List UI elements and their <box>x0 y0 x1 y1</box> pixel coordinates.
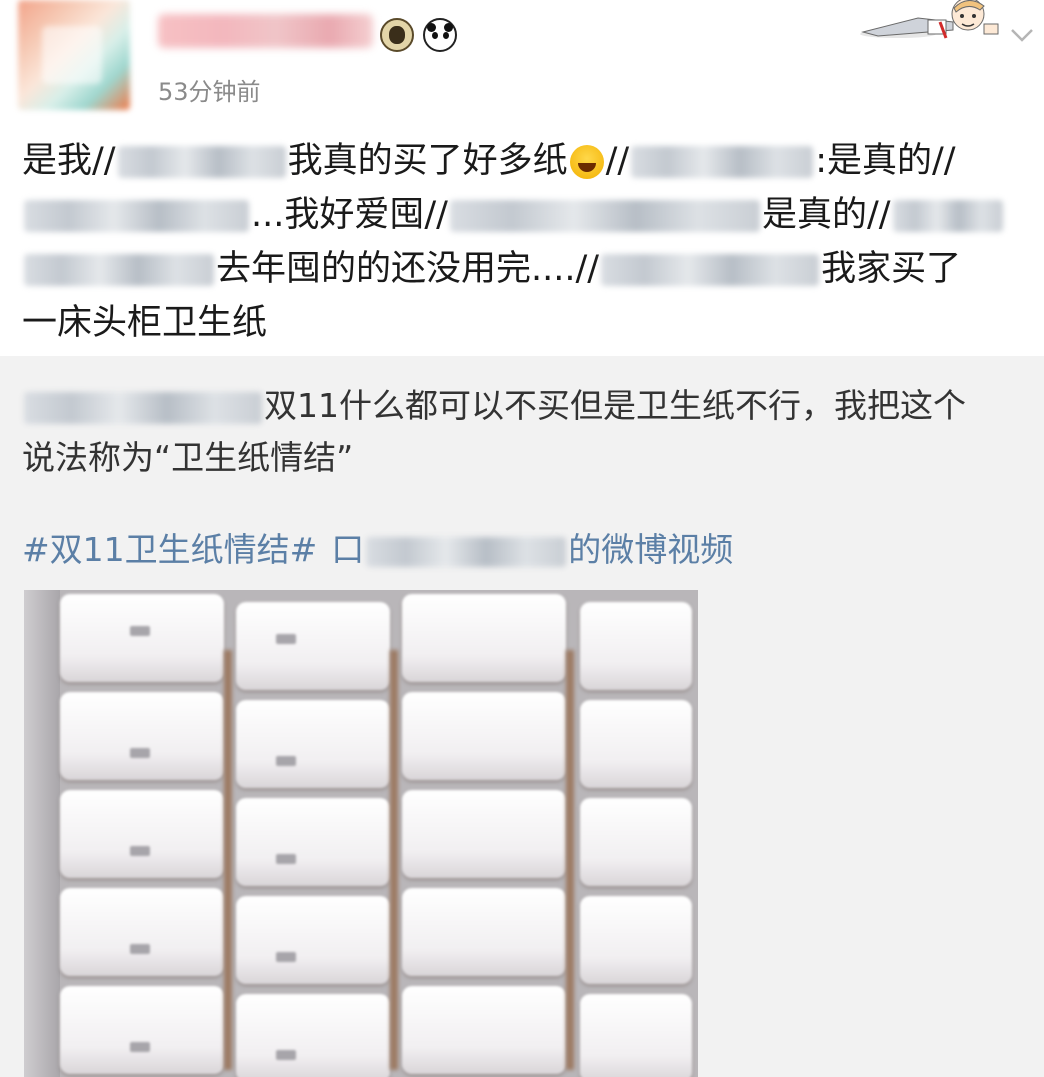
text-segment: ...我好爱囤// <box>251 195 448 235</box>
blurred-username[interactable] <box>366 536 567 567</box>
pack-label-mark <box>130 748 150 758</box>
blurred-username[interactable] <box>117 146 286 178</box>
pack-label-mark <box>276 854 296 864</box>
shelf-gap <box>390 650 398 1070</box>
pack-label-mark <box>276 952 296 962</box>
text-segment: :是真的// <box>815 141 956 181</box>
cartoon-figure-icon <box>860 0 999 39</box>
shelf-frame <box>24 590 60 1077</box>
tissue-pack <box>236 798 390 886</box>
laughing-crying-emoji-icon <box>569 145 604 179</box>
pack-label-mark <box>130 944 150 954</box>
text-segment: 是我// <box>22 141 116 181</box>
blurred-username[interactable] <box>24 200 249 232</box>
pack-label-mark <box>130 846 150 856</box>
blurred-username[interactable] <box>24 391 262 424</box>
text-segment: 我家买了 <box>821 249 962 289</box>
text-segment: 一床头柜卫生纸 <box>22 303 268 343</box>
post-image[interactable] <box>24 590 698 1077</box>
post-text-line: ...我好爱囤// 是真的// <box>22 188 1022 242</box>
tissue-pack <box>60 790 224 878</box>
tissue-pack <box>236 700 390 788</box>
username-blurred[interactable] <box>158 14 373 48</box>
text-segment: 是真的// <box>761 195 891 235</box>
tissue-pack <box>402 692 566 780</box>
blurred-username[interactable] <box>449 200 760 232</box>
tissue-pack <box>402 888 566 976</box>
tissue-pack <box>236 994 390 1077</box>
tissue-pack <box>402 986 566 1074</box>
tissue-pack <box>580 798 692 886</box>
pack-label-mark <box>130 1042 150 1052</box>
video-link-label[interactable]: 的微博视频 <box>568 530 733 569</box>
blurred-username[interactable] <box>892 200 1003 232</box>
tissue-pack <box>60 888 224 976</box>
sheep-icon <box>380 18 414 52</box>
text-segment: 双11什么都可以不买但是卫生纸不行，我把这个 <box>264 386 966 425</box>
post-content: 是我// 我真的买了好多纸 // :是真的// ...我好爱囤// 是真的// 去年囤的… <box>22 134 1022 350</box>
post-text-line: 是我// 我真的买了好多纸 // :是真的// <box>22 134 1022 188</box>
repost-text-line: 双11什么都可以不买但是卫生纸不行，我把这个 <box>22 380 1022 432</box>
avatar[interactable] <box>18 0 130 110</box>
tissue-pack <box>60 594 224 682</box>
pack-label-mark <box>276 634 296 644</box>
video-icon: 口 <box>331 530 365 569</box>
pack-label-mark <box>276 756 296 766</box>
tissue-pack <box>60 986 224 1074</box>
blurred-username[interactable] <box>631 146 814 178</box>
tissue-pack <box>236 602 390 690</box>
pack-label-mark <box>130 626 150 636</box>
text-segment: // <box>605 141 630 181</box>
tissue-pack <box>236 896 390 984</box>
post-time: 53分钟前 <box>158 78 261 106</box>
text-segment: 我真的买了好多纸 <box>287 141 568 181</box>
chevron-down-icon[interactable] <box>1008 20 1036 48</box>
post-text-line: 去年囤的的还没用完....// 我家买了 <box>22 242 1022 296</box>
shelf-gap <box>566 650 574 1070</box>
tissue-pack <box>60 692 224 780</box>
repost-text-line: 说法称为“卫生纸情结” <box>22 432 1022 484</box>
blurred-username[interactable] <box>601 254 820 286</box>
repost-text: 双11什么都可以不买但是卫生纸不行，我把这个 说法称为“卫生纸情结” <box>22 380 1022 484</box>
text-segment: 去年囤的的还没用完....// <box>216 249 600 289</box>
tissue-pack <box>580 896 692 984</box>
tissue-pack <box>580 602 692 690</box>
pack-label-mark <box>276 1050 296 1060</box>
panda-icon <box>423 18 457 52</box>
tissue-pack <box>580 994 692 1077</box>
post-text-line: 一床头柜卫生纸 <box>22 296 1022 350</box>
hashtag-line: #双11卫生纸情结# 口 的微博视频 <box>22 526 733 574</box>
blurred-username[interactable] <box>24 254 214 286</box>
tissue-pack <box>580 700 692 788</box>
shelf-gap <box>224 650 232 1070</box>
tissue-pack <box>402 790 566 878</box>
hashtag-link[interactable]: #双11卫生纸情结# <box>22 530 317 569</box>
text-segment: 说法称为“卫生纸情结” <box>22 438 354 477</box>
tissue-pack <box>402 594 566 682</box>
